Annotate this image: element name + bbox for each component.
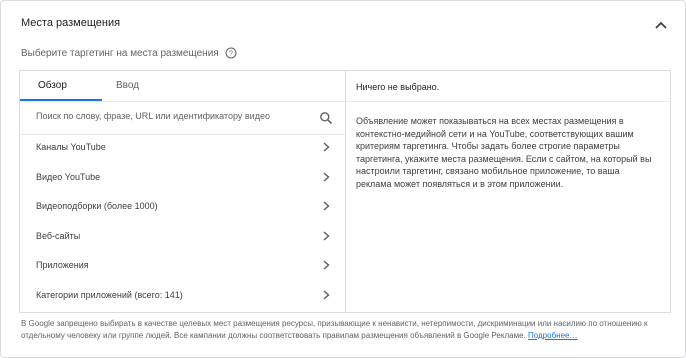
chevron-right-icon (323, 289, 330, 300)
policy-notice: В Google запрещено выбирать в качестве ц… (21, 318, 671, 342)
chevron-up-icon[interactable] (653, 17, 669, 33)
list-item-websites[interactable]: Веб-сайты (20, 222, 345, 252)
svg-text:?: ? (229, 51, 233, 58)
list-item-label: Видео YouTube (36, 171, 101, 182)
tab-browse[interactable]: Обзор (38, 80, 67, 91)
category-list: Каналы YouTube Видео YouTube Видеоподбор… (20, 133, 345, 310)
chevron-right-icon (323, 142, 330, 152)
tab-bar: Обзор Ввод (20, 71, 345, 102)
subtitle: Выберите таргетинг на места размещения ? (21, 47, 237, 59)
placement-picker: Обзор Ввод Каналы YouTube Видео YouTube (19, 70, 671, 313)
chevron-right-icon (323, 260, 330, 270)
active-tab-indicator (20, 99, 102, 101)
search-icon[interactable] (319, 111, 333, 125)
browse-panel: Обзор Ввод Каналы YouTube Видео YouTube (20, 71, 346, 312)
list-item-apps[interactable]: Приложения (20, 251, 345, 281)
learn-more-link[interactable]: Подробнее… (528, 331, 578, 340)
list-item-label: Видеоподборки (более 1000) (36, 201, 158, 211)
selection-status: Ничего не выбрано. (356, 82, 440, 92)
chevron-right-icon (323, 201, 330, 211)
list-item-youtube-channels[interactable]: Каналы YouTube (20, 133, 345, 163)
section-title: Места размещения (21, 17, 121, 29)
list-item-label: Категории приложений (всего: 141) (36, 289, 183, 300)
chevron-right-icon (323, 230, 330, 241)
subtitle-text: Выберите таргетинг на места размещения (21, 47, 219, 59)
list-item-label: Веб-сайты (36, 230, 81, 241)
selection-header: Ничего не выбрано. (346, 71, 670, 102)
list-item-app-categories[interactable]: Категории приложений (всего: 141) (20, 281, 345, 311)
selection-panel: Ничего не выбрано. Объявление может пока… (346, 71, 670, 312)
list-item-label: Приложения (36, 260, 89, 270)
help-icon[interactable]: ? (225, 47, 237, 59)
chevron-right-icon (323, 171, 330, 182)
placements-card: Места размещения Выберите таргетинг на м… (0, 0, 686, 358)
list-item-playlists[interactable]: Видеоподборки (более 1000) (20, 192, 345, 222)
list-item-label: Каналы YouTube (36, 142, 106, 152)
search-input[interactable] (36, 111, 306, 121)
list-item-youtube-videos[interactable]: Видео YouTube (20, 163, 345, 193)
search-bar (20, 102, 345, 135)
selection-description: Объявление может показываться на всех ме… (356, 116, 652, 189)
tab-enter[interactable]: Ввод (116, 80, 139, 91)
